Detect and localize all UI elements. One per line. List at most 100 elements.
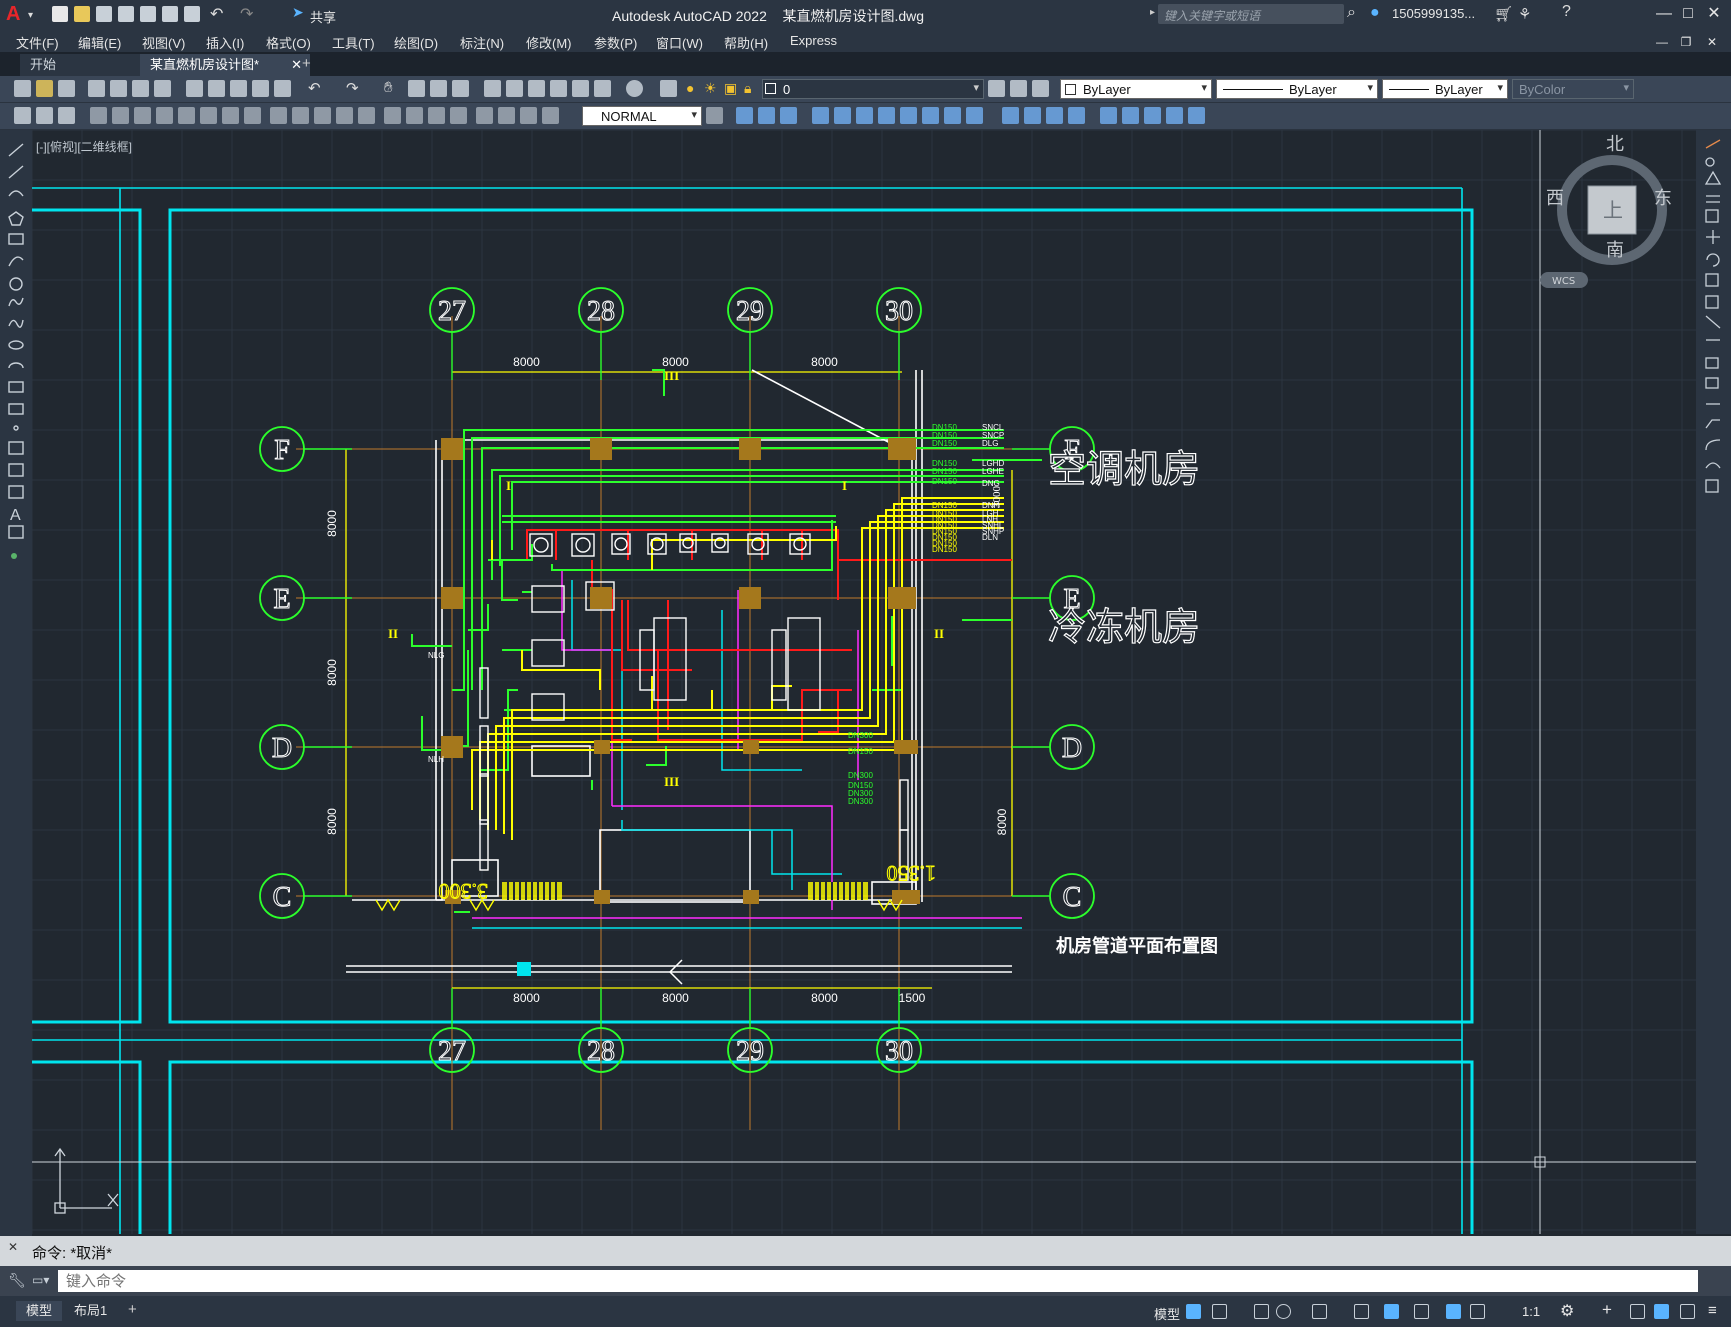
new-icon[interactable] — [52, 6, 68, 22]
tolerance-icon[interactable] — [384, 107, 401, 124]
menu-express[interactable]: Express — [790, 33, 837, 48]
recent-commands-icon[interactable]: ▭▾ — [32, 1273, 49, 1287]
draw-order-icon[interactable] — [1188, 107, 1205, 124]
menu-window[interactable]: 窗口(W) — [656, 33, 703, 52]
dim-aligned-icon[interactable] — [112, 107, 129, 124]
extend-icon[interactable] — [922, 107, 939, 124]
menu-modify[interactable]: 修改(M) — [526, 33, 572, 52]
section-marker[interactable] — [517, 962, 531, 976]
layer-make-current-icon[interactable] — [988, 80, 1005, 97]
markup-icon[interactable] — [572, 80, 589, 97]
dim-style-icon[interactable] — [542, 107, 559, 124]
minimize-icon[interactable]: — — [1654, 4, 1674, 24]
layer-freeze-icon[interactable]: ☀ — [704, 80, 717, 97]
zoom-window-icon[interactable] — [430, 80, 447, 97]
menu-insert[interactable]: 插入(I) — [206, 33, 244, 52]
workspace-gear-icon[interactable]: ⚙ — [1560, 1301, 1574, 1321]
search-expand-icon[interactable]: ▸ — [1150, 7, 1155, 18]
toolbar2-icon-3[interactable] — [58, 107, 75, 124]
center-mark-icon[interactable] — [406, 107, 423, 124]
design-center-icon[interactable] — [506, 80, 523, 97]
menu-file[interactable]: 文件(F) — [16, 33, 59, 52]
doc-restore-icon[interactable]: ❐ — [1676, 32, 1696, 52]
doc-close-icon[interactable]: ✕ — [1702, 32, 1722, 52]
tab-model[interactable]: 模型 — [16, 1301, 63, 1321]
open-icon[interactable] — [36, 80, 53, 97]
print-icon[interactable] — [88, 80, 105, 97]
ungroup-icon[interactable] — [1122, 107, 1139, 124]
menu-dimension[interactable]: 标注(N) — [460, 33, 504, 52]
tab-close-icon[interactable]: ✕ — [291, 54, 302, 76]
menu-help[interactable]: 帮助(H) — [724, 33, 768, 52]
lineweight-toggle-icon[interactable] — [1414, 1304, 1429, 1319]
lineweight-dropdown[interactable]: ByLayer ▾ — [1382, 79, 1508, 99]
doc-minimize-icon[interactable]: — — [1652, 32, 1672, 52]
qnew-icon[interactable] — [14, 80, 31, 97]
dim-continue-icon[interactable] — [314, 107, 331, 124]
autocad-logo-icon[interactable]: A — [6, 3, 20, 26]
close-icon[interactable]: ✕ — [1704, 4, 1724, 24]
grid-toggle-icon[interactable] — [1186, 1304, 1201, 1319]
toolbar-redo-icon[interactable]: ↷ — [346, 79, 359, 97]
pan-icon[interactable]: ✋︎ — [384, 79, 393, 96]
offset-icon[interactable] — [780, 107, 797, 124]
viewcube-west[interactable]: 西 — [1546, 188, 1564, 209]
move-icon[interactable] — [812, 107, 829, 124]
dim-space-icon[interactable] — [336, 107, 353, 124]
cart-icon[interactable]: 🛒︎ — [1494, 5, 1513, 23]
viewcube-north[interactable]: 北 — [1606, 134, 1624, 155]
chamfer-icon[interactable] — [1002, 107, 1019, 124]
layer-state-icon[interactable] — [1032, 80, 1049, 97]
sheet-set-icon[interactable] — [550, 80, 567, 97]
dim-linear-icon[interactable] — [90, 107, 107, 124]
layer-on-icon[interactable]: ● — [686, 80, 694, 96]
command-close-icon[interactable]: ✕ — [8, 1240, 18, 1254]
tab-drawing[interactable]: 某直燃机房设计图* ✕ — [140, 54, 310, 76]
explode-icon[interactable] — [1046, 107, 1063, 124]
layer-properties-icon[interactable] — [660, 80, 677, 97]
toolbar-help-icon[interactable] — [626, 80, 643, 97]
publish-icon[interactable] — [132, 80, 149, 97]
viewcube[interactable] — [1540, 155, 1667, 288]
copy-modify-icon[interactable] — [736, 107, 753, 124]
command-input[interactable] — [58, 1270, 1698, 1292]
tab-layout1[interactable]: 布局1 — [64, 1301, 117, 1321]
menu-draw[interactable]: 绘图(D) — [394, 33, 438, 52]
break-icon[interactable] — [944, 107, 961, 124]
group-edit-icon[interactable] — [1144, 107, 1161, 124]
fillet-icon[interactable] — [1024, 107, 1041, 124]
share-label[interactable]: 共享 — [310, 7, 336, 26]
match-properties-icon[interactable] — [252, 80, 269, 97]
new-tab-button[interactable]: + — [302, 55, 311, 72]
properties-icon[interactable] — [484, 80, 501, 97]
polar-toggle-icon[interactable] — [1276, 1304, 1291, 1319]
jogged-linear-icon[interactable] — [450, 107, 467, 124]
calculator-icon[interactable] — [594, 80, 611, 97]
search-input[interactable]: 键入关键字或短语 — [1158, 4, 1344, 24]
menu-tools[interactable]: 工具(T) — [332, 33, 375, 52]
cut-icon[interactable] — [186, 80, 203, 97]
toolbar-undo-icon[interactable]: ↶ — [308, 79, 321, 97]
add-layout-button[interactable]: + — [128, 1301, 137, 1318]
auto-scale-icon[interactable] — [1470, 1304, 1485, 1319]
menu-parametric[interactable]: 参数(P) — [594, 33, 637, 52]
save-as-icon[interactable] — [118, 6, 134, 22]
customization-menu-icon[interactable]: ≡ — [1708, 1302, 1717, 1319]
units-icon[interactable] — [1630, 1304, 1645, 1319]
tab-start[interactable]: 开始 — [20, 54, 150, 76]
model-space-canvas[interactable]: 27 28 29 30 27 28 29 30 FEDC FEDC 8000 8000 8000… — [32, 130, 1696, 1234]
dim-ordinate-icon[interactable] — [156, 107, 173, 124]
toolbar2-icon-2[interactable] — [36, 107, 53, 124]
menu-format[interactable]: 格式(O) — [266, 33, 311, 52]
save-icon[interactable] — [96, 6, 112, 22]
dim-arc-icon[interactable] — [134, 107, 151, 124]
array-icon[interactable] — [1068, 107, 1085, 124]
model-space-toggle[interactable]: 模型 — [1154, 1304, 1180, 1323]
wcs-menu[interactable]: WCS — [1552, 276, 1575, 287]
menu-view[interactable]: 视图(V) — [142, 33, 185, 52]
group-icon[interactable] — [1100, 107, 1117, 124]
open-web-icon[interactable] — [140, 6, 156, 22]
menu-edit[interactable]: 编辑(E) — [78, 33, 121, 52]
object-track-icon[interactable] — [1354, 1304, 1369, 1319]
zoom-previous-icon[interactable] — [452, 80, 469, 97]
